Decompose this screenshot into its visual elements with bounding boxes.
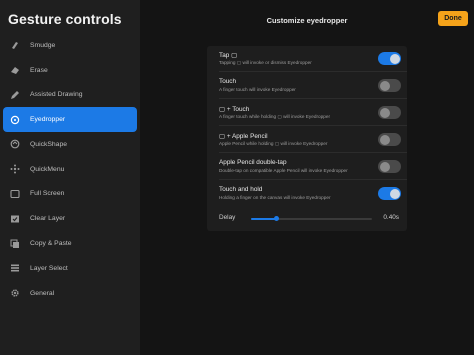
sidebar-item-label: Clear Layer bbox=[30, 215, 66, 223]
sidebar-item-label: Layer Select bbox=[30, 264, 68, 272]
setting-title: ▢ + Apple Pencil bbox=[219, 133, 268, 140]
touch-toggle[interactable] bbox=[378, 79, 401, 92]
sidebar-item-clear-layer[interactable]: Clear Layer bbox=[3, 206, 137, 231]
setting-description: Apple Pencil while holding ▢ will invoke… bbox=[219, 141, 328, 146]
setting-row-touch-and-hold: Touch and hold Holding a finger on the c… bbox=[207, 181, 407, 207]
divider bbox=[219, 98, 407, 99]
delay-value: 0.40s bbox=[383, 214, 399, 221]
toggle-knob bbox=[379, 107, 390, 118]
slider-thumb[interactable] bbox=[273, 216, 279, 221]
setting-description: A finger touch will invoke Eyedropper bbox=[219, 87, 296, 92]
setting-description: Tapping ▢ will invoke or dismiss Eyedrop… bbox=[219, 60, 312, 65]
pencil-double-tap-toggle[interactable] bbox=[378, 160, 401, 173]
setting-row-pencil-double-tap: Apple Pencil double-tap Double-tap on co… bbox=[207, 154, 407, 180]
toggle-knob bbox=[389, 188, 400, 199]
sidebar: Gesture controls Smudge Erase Assisted D… bbox=[0, 0, 140, 355]
sidebar-title: Gesture controls bbox=[8, 11, 122, 27]
delay-label: Delay bbox=[219, 214, 236, 221]
setting-title: Touch bbox=[219, 78, 237, 85]
gear-icon bbox=[9, 288, 20, 299]
main-content: Customize eyedropper Done Tap ▢ Tapping … bbox=[140, 0, 474, 355]
sidebar-item-label: QuickMenu bbox=[30, 165, 65, 173]
sidebar-item-label: Smudge bbox=[30, 41, 56, 49]
touch-and-hold-toggle[interactable] bbox=[378, 187, 401, 200]
divider bbox=[219, 179, 407, 180]
toggle-knob bbox=[379, 161, 390, 172]
fullscreen-icon bbox=[9, 188, 20, 199]
divider bbox=[219, 152, 407, 153]
sidebar-nav: Smudge Erase Assisted Drawing Eyedropper… bbox=[3, 33, 137, 306]
divider bbox=[219, 125, 407, 126]
setting-description: A finger touch while holding ▢ will invo… bbox=[219, 114, 331, 119]
copy-icon bbox=[9, 238, 20, 249]
toggle-knob bbox=[379, 134, 390, 145]
sidebar-item-label: General bbox=[30, 289, 55, 297]
sidebar-item-label: Assisted Drawing bbox=[30, 91, 83, 99]
done-button[interactable]: Done bbox=[438, 11, 468, 26]
delay-row: Delay 0.40s bbox=[207, 212, 407, 226]
sidebar-item-erase[interactable]: Erase bbox=[3, 58, 137, 83]
sidebar-item-label: Full Screen bbox=[30, 190, 65, 198]
settings-panel: Tap ▢ Tapping ▢ will invoke or dismiss E… bbox=[207, 46, 407, 231]
toggle-knob bbox=[379, 80, 390, 91]
setting-row-modifier-pencil: ▢ + Apple Pencil Apple Pencil while hold… bbox=[207, 127, 407, 153]
pencil-icon bbox=[9, 89, 20, 100]
sidebar-item-label: QuickShape bbox=[30, 140, 68, 148]
eraser-icon bbox=[9, 65, 20, 76]
tap-toggle[interactable] bbox=[378, 52, 401, 65]
sidebar-item-assisted-drawing[interactable]: Assisted Drawing bbox=[3, 83, 137, 108]
setting-title: Touch and hold bbox=[219, 186, 263, 193]
sidebar-item-full-screen[interactable]: Full Screen bbox=[3, 182, 137, 207]
smudge-icon bbox=[9, 40, 20, 51]
setting-title: Apple Pencil double-tap bbox=[219, 159, 287, 166]
setting-title: ▢ + Touch bbox=[219, 106, 250, 113]
layers-icon bbox=[9, 263, 20, 274]
page-title: Customize eyedropper bbox=[266, 16, 348, 25]
sidebar-item-quickmenu[interactable]: QuickMenu bbox=[3, 157, 137, 182]
modifier-touch-toggle[interactable] bbox=[378, 106, 401, 119]
sidebar-item-label: Copy & Paste bbox=[30, 240, 72, 248]
eyedropper-icon bbox=[9, 114, 20, 125]
modifier-pencil-toggle[interactable] bbox=[378, 133, 401, 146]
setting-row-modifier-touch: ▢ + Touch A finger touch while holding ▢… bbox=[207, 100, 407, 126]
delay-slider[interactable] bbox=[251, 216, 372, 221]
sidebar-item-label: Eyedropper bbox=[30, 116, 66, 124]
toggle-knob bbox=[389, 53, 400, 64]
sidebar-item-general[interactable]: General bbox=[3, 281, 137, 306]
setting-description: Holding a finger on the canvas will invo… bbox=[219, 195, 331, 200]
divider bbox=[219, 71, 407, 72]
setting-title: Tap ▢ bbox=[219, 52, 238, 59]
setting-description: Double-tap on compatible Apple Pencil wi… bbox=[219, 168, 348, 173]
setting-row-tap: Tap ▢ Tapping ▢ will invoke or dismiss E… bbox=[207, 46, 407, 72]
sidebar-item-copy-paste[interactable]: Copy & Paste bbox=[3, 231, 137, 256]
sidebar-item-smudge[interactable]: Smudge bbox=[3, 33, 137, 58]
sidebar-item-eyedropper[interactable]: Eyedropper bbox=[3, 107, 137, 132]
quickmenu-icon bbox=[9, 164, 20, 175]
sidebar-item-label: Erase bbox=[30, 66, 48, 74]
setting-row-touch: Touch A finger touch will invoke Eyedrop… bbox=[207, 73, 407, 99]
sidebar-item-layer-select[interactable]: Layer Select bbox=[3, 256, 137, 281]
sidebar-item-quickshape[interactable]: QuickShape bbox=[3, 132, 137, 157]
clear-layer-icon bbox=[9, 213, 20, 224]
slider-fill bbox=[251, 218, 277, 220]
quickshape-icon bbox=[9, 139, 20, 150]
